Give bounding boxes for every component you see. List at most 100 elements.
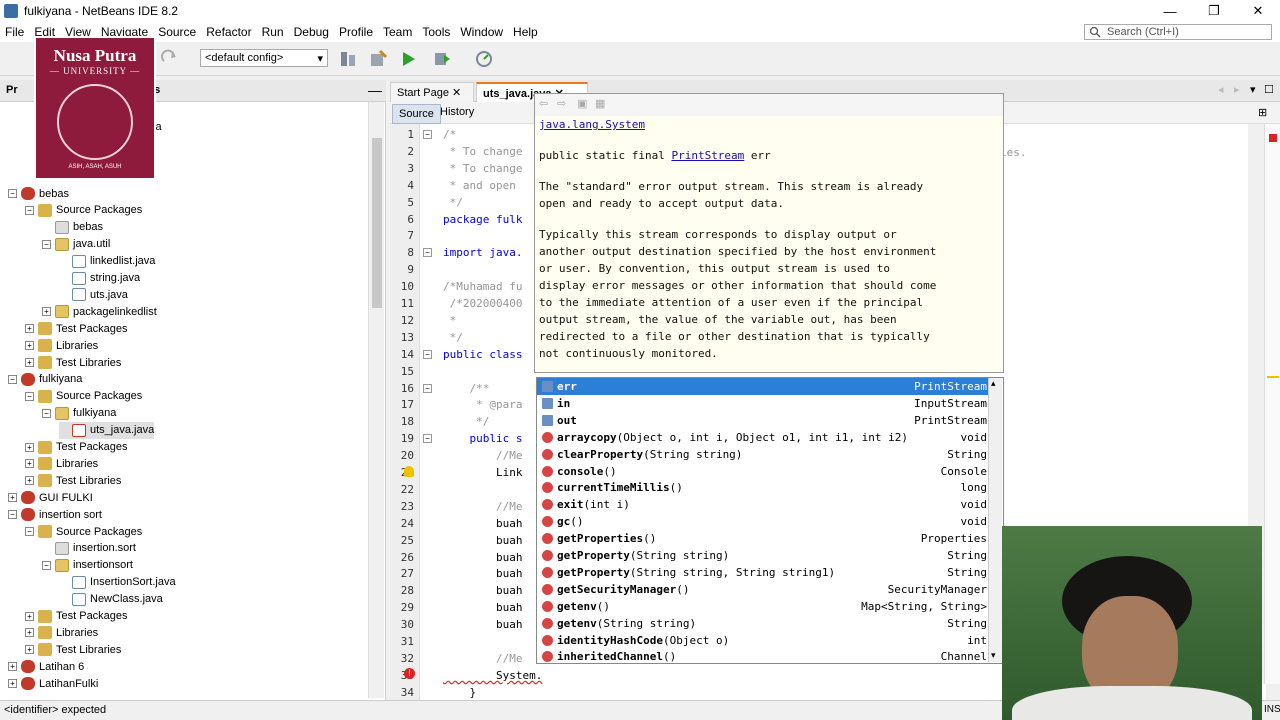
- tree-item[interactable]: − Source Packages: [25, 523, 142, 540]
- expand-icon[interactable]: +: [8, 679, 17, 689]
- expand-icon[interactable]: +: [25, 459, 34, 469]
- redo-icon[interactable]: [160, 49, 180, 69]
- tree-item[interactable]: − insertion sort: [8, 506, 102, 523]
- collapse-icon[interactable]: −: [8, 189, 17, 198]
- completion-scrollbar[interactable]: ▴ ▾: [988, 378, 1002, 662]
- back-icon[interactable]: ⇦: [539, 97, 548, 110]
- projects-scrollbar[interactable]: [368, 102, 384, 698]
- type-link[interactable]: PrintStream: [671, 149, 744, 162]
- open-source-icon[interactable]: ▣: [577, 97, 587, 110]
- fold-icon[interactable]: −: [423, 248, 432, 258]
- expand-icon[interactable]: +: [25, 476, 34, 486]
- tree-item[interactable]: uts_java.java: [59, 421, 155, 439]
- scroll-up-icon[interactable]: ▴: [991, 378, 996, 389]
- debug-icon[interactable]: [432, 49, 452, 69]
- expand-icon[interactable]: +: [25, 628, 34, 638]
- completion-item[interactable]: out PrintStream: [537, 412, 989, 429]
- tree-item[interactable]: insertion.sort: [42, 540, 136, 557]
- tab-nav-left-icon[interactable]: ◂: [1218, 83, 1224, 96]
- tree-item[interactable]: − fulkiyana: [8, 371, 82, 388]
- completion-item[interactable]: getProperties() Properties: [537, 530, 989, 547]
- menu-window[interactable]: Window: [455, 25, 508, 39]
- fold-icon[interactable]: −: [423, 130, 432, 139]
- tree-item[interactable]: NewClass.java: [59, 591, 163, 608]
- menu-profile[interactable]: Profile: [334, 25, 378, 39]
- minimize-panel-button[interactable]: —: [368, 82, 382, 98]
- expand-icon[interactable]: +: [25, 442, 34, 452]
- collapse-icon[interactable]: −: [42, 560, 51, 570]
- completion-item[interactable]: currentTimeMillis() long: [537, 479, 989, 496]
- tree-item[interactable]: + LatihanFulki: [8, 675, 98, 692]
- tree-item[interactable]: + Test Packages: [25, 608, 128, 625]
- completion-item[interactable]: console() Console: [537, 463, 989, 480]
- tab-start-page[interactable]: Start Page ✕: [390, 82, 474, 102]
- completion-item[interactable]: inheritedChannel() Channel: [537, 648, 989, 665]
- completion-item[interactable]: getenv (String string) String: [537, 615, 989, 632]
- build-icon[interactable]: [338, 49, 358, 69]
- tree-item[interactable]: + Test Libraries: [25, 641, 121, 658]
- close-tab-icon[interactable]: ✕: [452, 87, 461, 99]
- tree-item[interactable]: − Source Packages: [25, 388, 142, 405]
- collapse-icon[interactable]: −: [42, 239, 51, 249]
- error-icon[interactable]: !: [404, 668, 415, 679]
- completion-item[interactable]: getProperty (String string, String string…: [537, 564, 989, 581]
- tree-item[interactable]: + GUI FULKI: [8, 489, 93, 506]
- warning-marker[interactable]: [1267, 376, 1279, 378]
- tree-item[interactable]: + Test Libraries: [25, 354, 121, 371]
- collapse-icon[interactable]: −: [42, 408, 51, 418]
- tree-item[interactable]: + Test Packages: [25, 439, 128, 456]
- tree-item[interactable]: linkedlist.java: [59, 253, 155, 270]
- tree-item[interactable]: uts.java: [59, 286, 128, 303]
- expand-icon[interactable]: +: [42, 307, 51, 317]
- tree-item[interactable]: + Test Packages: [25, 320, 128, 337]
- expand-icon[interactable]: +: [25, 645, 34, 655]
- source-button[interactable]: Source: [392, 104, 441, 124]
- open-browser-icon[interactable]: ▦: [595, 97, 605, 110]
- hint-bulb-icon[interactable]: [404, 466, 414, 477]
- config-select[interactable]: <default config> ▾: [200, 49, 328, 67]
- menu-help[interactable]: Help: [508, 25, 543, 39]
- menu-run[interactable]: Run: [257, 25, 289, 39]
- tree-item[interactable]: InsertionSort.java: [59, 574, 176, 591]
- forward-icon[interactable]: ⇨: [557, 97, 566, 110]
- split-editor-icon[interactable]: ⊞: [1258, 106, 1267, 119]
- expand-icon[interactable]: +: [25, 324, 34, 334]
- search-box[interactable]: Search (Ctrl+I): [1084, 24, 1272, 40]
- tree-item[interactable]: − fulkiyana: [42, 405, 116, 422]
- expand-icon[interactable]: +: [25, 611, 34, 621]
- completion-item[interactable]: arraycopy (Object o, int i, Object o1, in…: [537, 429, 989, 446]
- error-marker[interactable]: [1269, 134, 1277, 142]
- tree-item[interactable]: + Libraries: [25, 455, 98, 472]
- clean-build-icon[interactable]: [368, 49, 388, 69]
- tab-nav-right-icon[interactable]: ▸: [1234, 83, 1240, 96]
- completion-item[interactable]: gc() void: [537, 513, 989, 530]
- completion-item[interactable]: exit (int i) void: [537, 496, 989, 513]
- expand-icon[interactable]: +: [25, 358, 34, 367]
- run-icon[interactable]: [398, 49, 418, 69]
- collapse-icon[interactable]: −: [25, 527, 34, 536]
- expand-icon[interactable]: +: [25, 341, 34, 351]
- tree-item[interactable]: − java.util: [42, 236, 110, 253]
- scroll-down-icon[interactable]: ▾: [991, 650, 996, 661]
- tree-item[interactable]: − Source Packages: [25, 202, 142, 219]
- tree-item[interactable]: string.java: [59, 270, 140, 287]
- completion-item[interactable]: in InputStream: [537, 395, 989, 412]
- tree-item[interactable]: bebas: [42, 219, 103, 236]
- tab-projects[interactable]: Pr: [6, 84, 18, 96]
- collapse-icon[interactable]: −: [25, 205, 34, 215]
- collapse-icon[interactable]: −: [25, 391, 34, 401]
- class-link[interactable]: java.lang.System: [539, 118, 645, 131]
- tab-list-icon[interactable]: ▾: [1250, 83, 1256, 96]
- completion-item[interactable]: getSecurityManager() SecurityManager: [537, 581, 989, 598]
- expand-icon[interactable]: +: [8, 493, 17, 503]
- tree-item[interactable]: + Test Libraries: [25, 472, 121, 489]
- history-button[interactable]: History: [440, 106, 474, 118]
- collapse-icon[interactable]: −: [8, 510, 17, 520]
- tree-item[interactable]: + Latihan 6: [8, 658, 84, 675]
- fold-icon[interactable]: −: [423, 349, 432, 359]
- tree-item[interactable]: + Libraries: [25, 624, 98, 641]
- menu-source[interactable]: Source: [153, 25, 201, 39]
- tree-item[interactable]: − insertionsort: [42, 557, 133, 574]
- completion-item[interactable]: getProperty (String string) String: [537, 547, 989, 564]
- fold-icon[interactable]: −: [423, 383, 432, 393]
